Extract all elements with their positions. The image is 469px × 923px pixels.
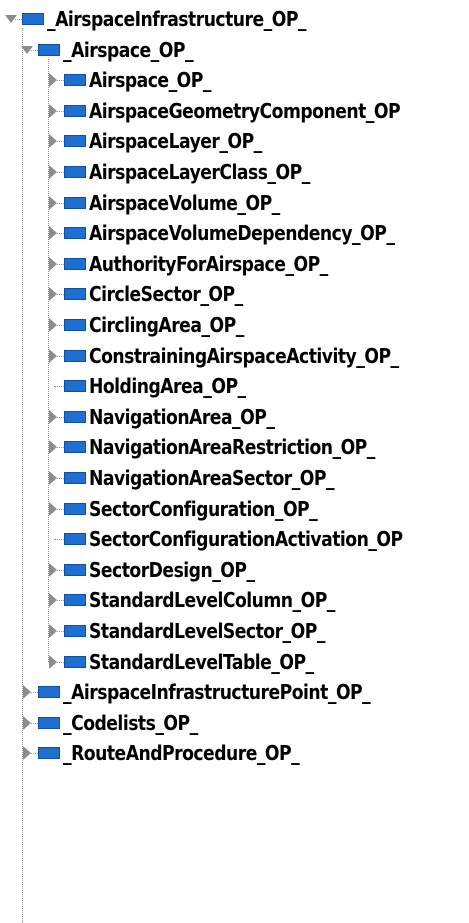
tree-node-row[interactable]: SectorConfigurationActivation_OP <box>0 524 469 554</box>
folder-icon <box>64 288 86 301</box>
tree-node-row[interactable]: ConstrainingAirspaceActivity_OP_ <box>0 341 469 371</box>
tree-node-row[interactable]: _AirspaceInfrastructurePoint_OP_ <box>0 677 469 707</box>
tree-node-label[interactable]: AirspaceVolumeDependency_OP_ <box>89 221 395 245</box>
tree-node-label[interactable]: _Codelists_OP_ <box>63 711 198 735</box>
tree-node-label[interactable]: _AirspaceInfrastructurePoint_OP_ <box>63 680 371 704</box>
tree-guide-line-level-2 <box>48 58 49 662</box>
folder-icon <box>38 43 60 56</box>
tree-node-row[interactable]: NavigationAreaSector_OP_ <box>0 463 469 493</box>
tree-node-row[interactable]: AirspaceLayerClass_OP_ <box>0 157 469 187</box>
tree-node-label[interactable]: _AirspaceInfrastructure_OP_ <box>47 7 307 31</box>
folder-icon <box>64 563 86 576</box>
tree-node-label[interactable]: AirspaceLayerClass_OP_ <box>89 160 310 184</box>
tree-node-row[interactable]: _Codelists_OP_ <box>0 708 469 738</box>
tree-node-row[interactable]: _AirspaceInfrastructure_OP_ <box>0 4 469 34</box>
folder-icon <box>64 196 86 209</box>
tree-node-row[interactable]: AirspaceGeometryComponent_OP <box>0 96 469 126</box>
tree-node-label[interactable]: _RouteAndProcedure_OP_ <box>63 741 300 765</box>
folder-icon <box>64 594 86 607</box>
tree-node-label[interactable]: NavigationAreaRestriction_OP_ <box>89 435 375 459</box>
tree-node-label[interactable]: CircleSector_OP_ <box>89 282 243 306</box>
tree-node-label[interactable]: NavigationArea_OP_ <box>89 405 275 429</box>
tree-node-row[interactable]: SectorDesign_OP_ <box>0 555 469 585</box>
tree-node-label[interactable]: AuthorityForAirspace_OP_ <box>89 252 328 276</box>
folder-icon <box>64 257 86 270</box>
tree-node-row[interactable]: AuthorityForAirspace_OP_ <box>0 249 469 279</box>
tree-node-row[interactable]: HoldingArea_OP_ <box>0 371 469 401</box>
folder-icon <box>22 13 44 25</box>
tree-node-label[interactable]: StandardLevelTable_OP_ <box>89 650 314 674</box>
folder-icon <box>64 166 86 178</box>
tree-node-row[interactable]: CirclingArea_OP_ <box>0 310 469 340</box>
tree-guide-line-level-1 <box>22 28 23 923</box>
tree-node-label[interactable]: StandardLevelSector_OP_ <box>89 619 325 643</box>
tree-node-row[interactable]: Airspace_OP_ <box>0 65 469 95</box>
folder-icon <box>38 686 60 699</box>
folder-icon <box>64 533 86 546</box>
folder-icon <box>64 227 86 240</box>
folder-icon <box>64 104 86 117</box>
folder-icon <box>64 655 86 668</box>
tree-node-row[interactable]: CircleSector_OP_ <box>0 279 469 309</box>
folder-icon <box>64 135 86 148</box>
folder-icon <box>64 410 86 423</box>
package-tree: _AirspaceInfrastructure_OP_ _Airspace_OP_… <box>0 0 469 923</box>
tree-node-row[interactable]: AirspaceLayer_OP_ <box>0 126 469 156</box>
folder-icon <box>64 625 86 637</box>
tree-node-row[interactable]: AirspaceVolumeDependency_OP_ <box>0 218 469 248</box>
folder-icon <box>64 74 86 87</box>
tree-node-label[interactable]: SectorConfiguration_OP_ <box>89 497 318 521</box>
folder-icon <box>64 349 86 362</box>
folder-icon <box>64 319 86 331</box>
tree-node-label[interactable]: AirspaceGeometryComponent_OP <box>89 99 401 123</box>
tree-node-label[interactable]: SectorDesign_OP_ <box>89 558 255 582</box>
tree-node-row[interactable]: NavigationArea_OP_ <box>0 402 469 432</box>
tree-node-label[interactable]: CirclingArea_OP_ <box>89 313 244 337</box>
tree-node-label[interactable]: AirspaceVolume_OP_ <box>89 191 280 215</box>
tree-node-row[interactable]: SectorConfiguration_OP_ <box>0 494 469 524</box>
tree-node-label[interactable]: _Airspace_OP_ <box>63 38 194 62</box>
folder-icon <box>38 716 60 729</box>
tree-node-row[interactable]: _Airspace_OP_ <box>0 35 469 65</box>
folder-icon <box>64 472 86 484</box>
tree-node-row[interactable]: _RouteAndProcedure_OP_ <box>0 738 469 768</box>
tree-node-row[interactable]: AirspaceVolume_OP_ <box>0 188 469 218</box>
tree-node-label[interactable]: StandardLevelColumn_OP_ <box>89 588 335 612</box>
tree-node-label[interactable]: SectorConfigurationActivation_OP <box>89 527 403 551</box>
folder-icon <box>64 441 86 454</box>
tree-node-row[interactable]: StandardLevelColumn_OP_ <box>0 585 469 615</box>
folder-icon <box>64 502 86 515</box>
folder-icon <box>38 747 60 760</box>
tree-node-label[interactable]: AirspaceLayer_OP_ <box>89 129 262 153</box>
tree-node-label[interactable]: ConstrainingAirspaceActivity_OP_ <box>89 344 399 368</box>
tree-node-row[interactable]: StandardLevelTable_OP_ <box>0 647 469 677</box>
tree-node-row[interactable]: NavigationAreaRestriction_OP_ <box>0 432 469 462</box>
tree-node-label[interactable]: HoldingArea_OP_ <box>89 374 246 398</box>
tree-node-label[interactable]: Airspace_OP_ <box>89 68 211 92</box>
tree-node-label[interactable]: NavigationAreaSector_OP_ <box>89 466 335 490</box>
tree-node-row[interactable]: StandardLevelSector_OP_ <box>0 616 469 646</box>
folder-icon <box>64 380 86 393</box>
